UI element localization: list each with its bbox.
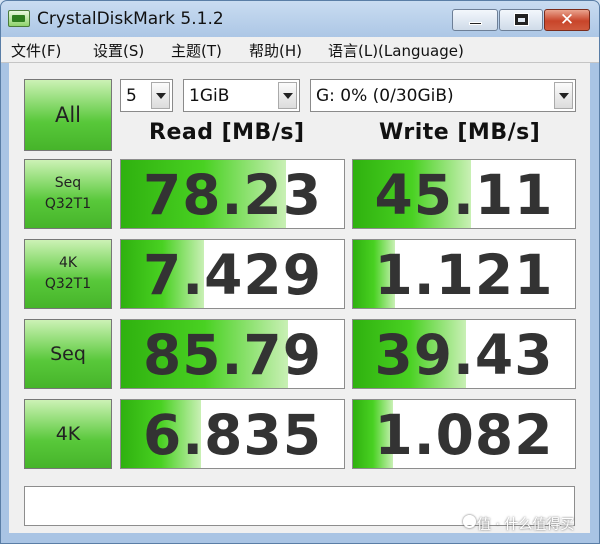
result-value: 39.43 [374, 323, 554, 387]
row-label: 4K [55, 422, 81, 445]
chevron-down-icon[interactable] [151, 82, 170, 109]
watermark-text: 值 · 什么值得买 [477, 517, 575, 533]
app-window: CrystalDiskMark 5.1.2 ✕ 文件(F) 设置(S) 主题(T… [0, 0, 600, 544]
4k-q32t1-write-result: 1.121 [352, 239, 576, 309]
minimize-icon [453, 10, 497, 30]
row-label: 4K [58, 255, 78, 271]
seq-q32t1-button[interactable]: Seq Q32T1 [24, 159, 112, 229]
seq-read-result: 85.79 [120, 319, 345, 389]
maximize-icon [500, 10, 542, 30]
title-bar[interactable]: CrystalDiskMark 5.1.2 ✕ [1, 1, 599, 37]
main-panel: All 5 1GiB G: 0% (0/30GiB) Read [MB/s] W… [9, 63, 590, 533]
result-value: 7.429 [143, 243, 322, 307]
result-value: 85.79 [143, 323, 322, 387]
write-header: Write [MB/s] [379, 120, 541, 145]
menu-settings[interactable]: 设置(S) [93, 40, 144, 61]
4k-button[interactable]: 4K [24, 399, 112, 469]
seq-write-result: 39.43 [352, 319, 576, 389]
row-label: Seq [54, 175, 82, 191]
chevron-down-icon[interactable] [278, 82, 297, 109]
menu-language[interactable]: 语言(L)(Language) [328, 40, 464, 61]
all-button[interactable]: All [24, 79, 112, 151]
close-icon: ✕ [559, 10, 575, 30]
seq-button[interactable]: Seq [24, 319, 112, 389]
close-button[interactable]: ✕ [544, 9, 590, 31]
drive-select[interactable]: G: 0% (0/30GiB) [310, 79, 576, 112]
test-count-value: 5 [126, 86, 137, 106]
seq-q32t1-write-result: 45.11 [352, 159, 576, 229]
menu-file[interactable]: 文件(F) [11, 40, 61, 61]
seq-q32t1-read-result: 78.23 [120, 159, 345, 229]
window-title: CrystalDiskMark 5.1.2 [37, 9, 224, 29]
test-size-select[interactable]: 1GiB [183, 79, 300, 112]
4k-read-result: 6.835 [120, 399, 345, 469]
row-label: Seq [50, 342, 86, 365]
test-count-select[interactable]: 5 [120, 79, 173, 112]
result-value: 6.835 [143, 403, 322, 467]
drive-value: G: 0% (0/30GiB) [316, 86, 454, 106]
menu-theme[interactable]: 主题(T) [171, 40, 222, 61]
result-value: 45.11 [374, 163, 554, 227]
result-value: 1.121 [374, 243, 554, 307]
result-value: 1.082 [374, 403, 554, 467]
menu-help[interactable]: 帮助(H) [249, 40, 302, 61]
result-value: 78.23 [143, 163, 322, 227]
disk-icon [8, 10, 30, 27]
test-size-value: 1GiB [189, 86, 230, 106]
4k-q32t1-button[interactable]: 4K Q32T1 [24, 239, 112, 309]
4k-q32t1-read-result: 7.429 [120, 239, 345, 309]
row-sublabel: Q32T1 [44, 276, 92, 292]
watermark-logo-icon [463, 515, 476, 528]
maximize-button[interactable] [499, 9, 543, 31]
minimize-button[interactable] [452, 9, 498, 31]
read-header: Read [MB/s] [149, 120, 305, 145]
4k-write-result: 1.082 [352, 399, 576, 469]
menu-bar: 文件(F) 设置(S) 主题(T) 帮助(H) 语言(L)(Language) [1, 37, 599, 63]
row-sublabel: Q32T1 [44, 196, 92, 212]
chevron-down-icon[interactable] [554, 82, 573, 109]
